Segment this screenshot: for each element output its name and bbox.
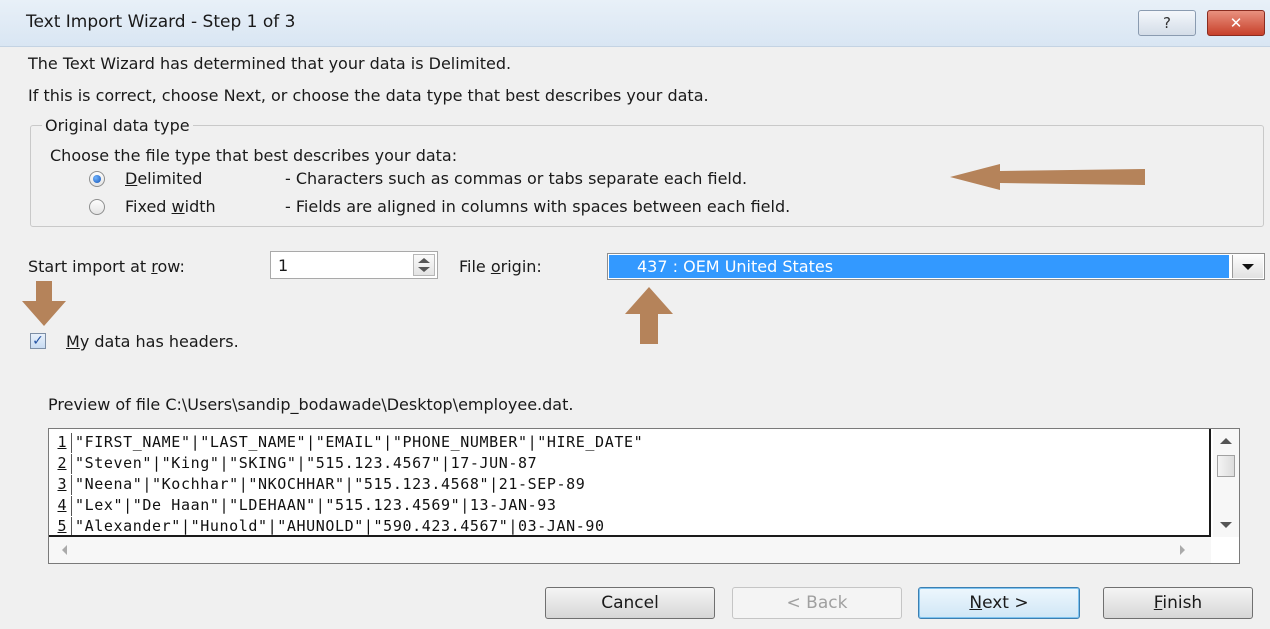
scroll-thumb[interactable] [1217, 455, 1235, 477]
origin-selection-highlight: 437 : OEM United States [609, 255, 1229, 278]
delimited-radio[interactable] [89, 171, 105, 187]
help-button[interactable]: ? [1138, 10, 1196, 36]
chevron-down-icon[interactable] [1232, 255, 1263, 278]
delimited-description: - Characters such as commas or tabs sepa… [285, 169, 748, 188]
fixed-width-radio[interactable] [89, 199, 105, 215]
delimited-label[interactable]: Delimited [125, 169, 202, 188]
annotation-arrow-up [625, 287, 673, 344]
close-button[interactable]: ✕ [1207, 10, 1265, 36]
scroll-up-icon[interactable] [1220, 438, 1232, 444]
window-title: Text Import Wizard - Step 1 of 3 [26, 12, 296, 32]
fixed-width-description: - Fields are aligned in columns with spa… [285, 197, 791, 216]
intro-line-1: The Text Wizard has determined that your… [28, 54, 512, 73]
start-row-label: Start import at row: [28, 257, 185, 276]
my-data-has-headers-checkbox[interactable]: ✓ [30, 333, 46, 349]
start-row-input[interactable]: 1 [270, 251, 438, 279]
finish-button[interactable]: Finish [1103, 587, 1253, 619]
group-title: Original data type [42, 116, 193, 135]
scroll-right-icon[interactable] [1180, 545, 1185, 555]
horizontal-scrollbar[interactable] [49, 537, 1211, 563]
cancel-button[interactable]: Cancel [545, 587, 715, 619]
help-icon: ? [1163, 14, 1171, 32]
back-button[interactable]: < Back [732, 587, 902, 619]
next-button[interactable]: Next > [918, 587, 1080, 619]
intro-line-2: If this is correct, choose Next, or choo… [28, 86, 709, 105]
start-row-value: 1 [278, 256, 289, 275]
annotation-arrow-left [950, 164, 1145, 190]
file-preview[interactable]: 1 "FIRST_NAME"|"LAST_NAME"|"EMAIL"|"PHONE… [48, 428, 1240, 564]
close-icon: ✕ [1229, 14, 1243, 32]
spinner-up-icon[interactable] [418, 258, 430, 263]
file-type-prompt: Choose the file type that best describes… [50, 146, 458, 165]
headers-checkbox-label[interactable]: My data has headers. [66, 332, 239, 351]
fixed-width-label[interactable]: Fixed width [125, 197, 216, 216]
preview-content: 1 "FIRST_NAME"|"LAST_NAME"|"EMAIL"|"PHONE… [49, 429, 1211, 537]
annotation-arrow-down [22, 281, 66, 326]
scroll-left-icon[interactable] [62, 545, 67, 555]
file-origin-label: File origin: [459, 257, 542, 276]
file-origin-select[interactable]: 437 : OEM United States [607, 253, 1265, 280]
title-bar: Text Import Wizard - Step 1 of 3 ? ✕ [0, 0, 1270, 47]
vertical-scrollbar[interactable] [1213, 429, 1239, 537]
preview-label: Preview of file C:\Users\sandip_bodawade… [48, 395, 574, 414]
checkmark-icon: ✓ [32, 333, 44, 349]
row-spinner[interactable] [413, 254, 435, 276]
spinner-down-icon[interactable] [418, 267, 430, 272]
file-origin-value: 437 : OEM United States [637, 257, 834, 276]
scroll-down-icon[interactable] [1220, 522, 1232, 528]
